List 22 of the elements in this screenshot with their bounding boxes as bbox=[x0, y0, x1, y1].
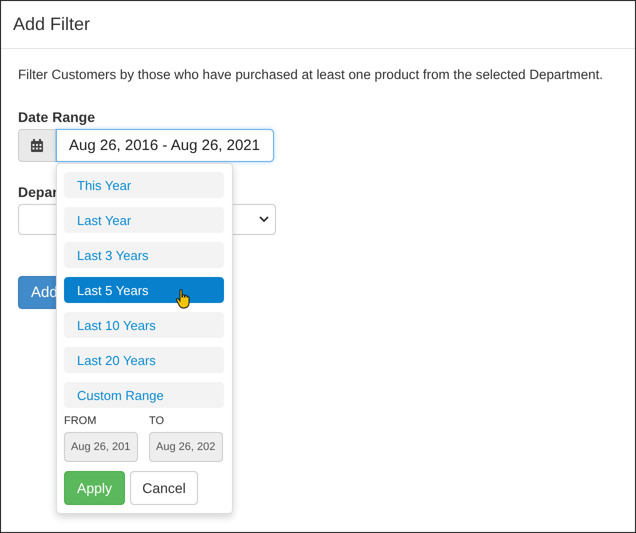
cancel-button[interactable]: Cancel bbox=[130, 471, 198, 505]
range-option[interactable]: Custom Range bbox=[64, 382, 224, 408]
field-label: Depar bbox=[18, 184, 58, 200]
range-option[interactable]: Last 20 Years bbox=[64, 347, 224, 373]
from-field[interactable]: Aug 26, 201 bbox=[64, 432, 138, 462]
from-label: FROM bbox=[64, 415, 96, 427]
hand-cursor-icon bbox=[175, 289, 191, 309]
apply-button[interactable]: Apply bbox=[64, 471, 125, 505]
field-label: Date Range bbox=[18, 109, 96, 125]
range-option[interactable]: Last 3 Years bbox=[64, 242, 224, 268]
chevron-icon bbox=[259, 216, 269, 223]
description: Filter Customers by those who have purchased at least one product from the selected Department. bbox=[18, 67, 604, 82]
to-label: TO bbox=[149, 415, 164, 427]
calendar-icon bbox=[31, 139, 43, 152]
range-option[interactable]: Last 10 Years bbox=[64, 312, 224, 338]
date-range-field[interactable]: Aug 26, 2016 - Aug 26, 2021 bbox=[56, 129, 274, 162]
calendar-addon[interactable] bbox=[18, 129, 56, 162]
window-title: Add Filter bbox=[13, 14, 90, 35]
range-option[interactable]: Last 5 Years bbox=[64, 277, 224, 303]
range-option[interactable]: This Year bbox=[64, 172, 224, 198]
range-option[interactable]: Last Year bbox=[64, 207, 224, 233]
to-field[interactable]: Aug 26, 202 bbox=[149, 432, 223, 462]
